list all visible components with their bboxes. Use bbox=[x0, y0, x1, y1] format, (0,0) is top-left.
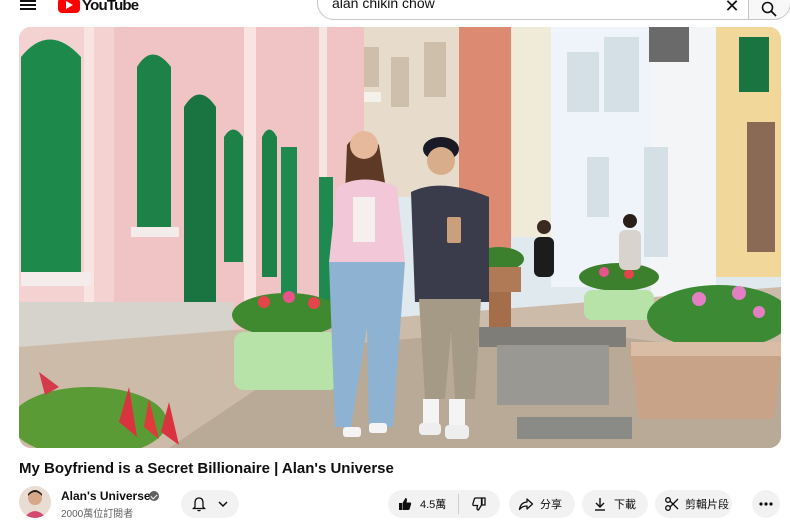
video-frame bbox=[19, 27, 781, 448]
chevron-down-icon bbox=[218, 501, 228, 508]
clear-search-icon[interactable]: ✕ bbox=[722, 0, 742, 16]
search-input[interactable] bbox=[332, 0, 712, 11]
video-title: My Boyfriend is a Secret Billionaire | A… bbox=[19, 460, 394, 477]
youtube-logo[interactable]: YouTube bbox=[58, 0, 139, 16]
channel-avatar[interactable] bbox=[19, 486, 51, 518]
search-box[interactable] bbox=[317, 0, 749, 20]
clip-button[interactable]: 剪輯片段 bbox=[655, 490, 732, 518]
more-actions-button[interactable] bbox=[752, 490, 780, 518]
menu-icon[interactable] bbox=[18, 0, 38, 14]
youtube-play-icon bbox=[58, 0, 80, 13]
channel-name[interactable]: Alan's Universe bbox=[61, 489, 151, 503]
like-dislike-group: 4.5萬 bbox=[388, 490, 500, 518]
search-button[interactable] bbox=[749, 0, 790, 20]
logo-text: YouTube bbox=[82, 0, 139, 14]
verified-badge-icon bbox=[149, 491, 159, 501]
video-player[interactable] bbox=[19, 27, 781, 448]
search-icon bbox=[761, 1, 777, 17]
share-button[interactable]: 分享 bbox=[509, 490, 575, 518]
like-divider bbox=[458, 494, 460, 514]
download-button[interactable]: 下載 bbox=[582, 490, 648, 518]
notification-bell-button[interactable] bbox=[181, 490, 239, 518]
masthead: YouTube ✕ bbox=[0, 0, 790, 22]
subscriber-count: 2000萬位訂閱者 bbox=[61, 509, 134, 520]
more-horizontal-icon bbox=[759, 502, 773, 506]
